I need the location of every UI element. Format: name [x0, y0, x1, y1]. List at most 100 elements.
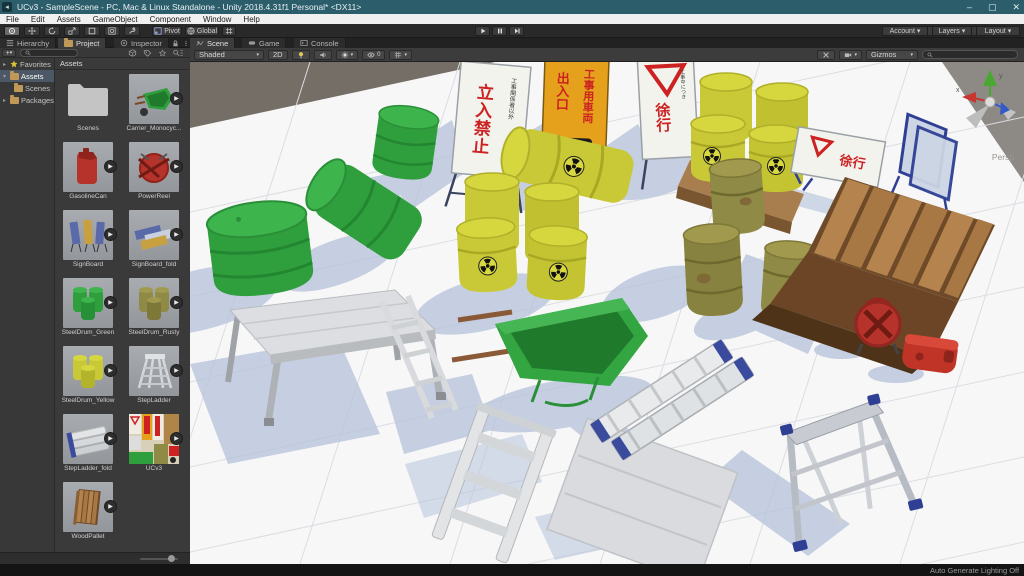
custom-tool-button[interactable]: [124, 26, 140, 36]
scene-lighting-toggle[interactable]: [291, 49, 310, 60]
tab-project[interactable]: Project: [58, 37, 107, 48]
effects-icon: [341, 51, 348, 58]
rect-tool-icon: [88, 27, 96, 35]
hand-tool-button[interactable]: [4, 26, 20, 36]
favorite-search-icon[interactable]: [172, 49, 184, 57]
green-barrel-standing-small[interactable]: [371, 102, 441, 183]
layers-dropdown[interactable]: Layers ▾: [932, 26, 972, 36]
maximize-button[interactable]: ▢: [988, 2, 997, 13]
menu-gameobject[interactable]: GameObject: [87, 15, 144, 24]
project-search-input[interactable]: [20, 49, 78, 57]
tree-item-favorites[interactable]: ▸ Favorites: [0, 58, 54, 70]
rect-tool-button[interactable]: [84, 26, 100, 36]
scene-audio-toggle[interactable]: [313, 49, 332, 60]
expand-caret-icon[interactable]: ▸: [3, 61, 8, 68]
tab-scene[interactable]: Scene: [190, 38, 236, 48]
asset-item-stepladder[interactable]: ▶ StepLadder: [124, 346, 184, 404]
asset-preview-arrow[interactable]: ▶: [104, 364, 117, 377]
power-reel[interactable]: [854, 297, 902, 355]
scene-effects-dropdown[interactable]: ▾: [335, 49, 359, 60]
green-barrel-standing-large[interactable]: [205, 196, 316, 300]
collapse-caret-icon[interactable]: ▾: [3, 73, 8, 80]
yellow-barrel-front-left[interactable]: [456, 217, 518, 294]
menu-file[interactable]: File: [0, 15, 25, 24]
pivot-icon: [154, 27, 162, 35]
yellow-barrel-front-right[interactable]: [526, 225, 588, 302]
asset-item-stepladder-fold[interactable]: ▶ StepLadder_fold: [58, 414, 118, 472]
menu-edit[interactable]: Edit: [25, 15, 51, 24]
minimize-button[interactable]: –: [967, 2, 972, 12]
layout-dropdown[interactable]: Layout ▾: [976, 26, 1020, 36]
close-button[interactable]: ✕: [1012, 2, 1020, 13]
create-asset-button[interactable]: + ▾: [2, 49, 16, 57]
asset-item-carrier[interactable]: ▶ Carrier_Monocyc...: [124, 74, 184, 132]
rotate-tool-button[interactable]: [44, 26, 60, 36]
asset-preview-arrow[interactable]: ▶: [104, 160, 117, 173]
slider-handle[interactable]: [168, 555, 175, 562]
menu-component[interactable]: Component: [144, 15, 197, 24]
package-filter-icon[interactable]: [128, 49, 137, 57]
asset-item-steeldrum-green[interactable]: ▶ SteelDrum_Green: [58, 278, 118, 336]
asset-item-ucv3[interactable]: ▶ UCv3: [124, 414, 184, 472]
global-toggle-button[interactable]: Global: [185, 26, 219, 36]
transform-tool-button[interactable]: [104, 26, 120, 36]
move-tool-icon: [28, 27, 36, 35]
asset-preview-arrow[interactable]: ▶: [170, 296, 183, 309]
asset-preview-arrow[interactable]: ▶: [170, 228, 183, 241]
asset-preview-arrow[interactable]: ▶: [170, 160, 183, 173]
scene-viewport[interactable]: 立入禁止 工事関係者以外 工事用車両 出入口 徐行 工事中につき 徐行 y x …: [190, 62, 1024, 564]
pivot-toggle-button[interactable]: Pivot: [152, 26, 182, 36]
asset-item-steeldrum-yellow[interactable]: ▶ SteelDrum_Yellow: [58, 346, 118, 404]
scale-tool-button[interactable]: [64, 26, 80, 36]
asset-preview-arrow[interactable]: ▶: [170, 432, 183, 445]
gizmos-dropdown[interactable]: Gizmos ▾: [866, 49, 918, 60]
tab-game[interactable]: Game: [242, 38, 287, 48]
tree-item-packages[interactable]: ▸ Packages: [0, 94, 54, 106]
asset-item-gasolinecan[interactable]: ▶ GasolineCan: [58, 142, 118, 200]
asset-preview-arrow[interactable]: ▶: [104, 432, 117, 445]
asset-preview-arrow[interactable]: ▶: [170, 364, 183, 377]
tab-console[interactable]: Console: [294, 38, 346, 48]
asset-preview-arrow[interactable]: ▶: [104, 228, 117, 241]
asset-item-scenes-folder[interactable]: Scenes: [58, 74, 118, 132]
asset-item-woodpallet[interactable]: ▶ WoodPallet: [58, 482, 118, 540]
gizmo-persp-label[interactable]: Persp: [992, 152, 1014, 162]
menu-help[interactable]: Help: [237, 15, 265, 24]
gizmo-center[interactable]: [984, 96, 996, 108]
2d-toggle-button[interactable]: 2D: [268, 49, 288, 60]
scene-visibility-toggle[interactable]: 0: [362, 49, 386, 60]
expand-caret-icon[interactable]: ▸: [3, 97, 8, 104]
tree-item-scenes[interactable]: Scenes: [0, 82, 54, 94]
snap-button[interactable]: [222, 26, 236, 36]
step-button[interactable]: [509, 26, 524, 36]
menu-window[interactable]: Window: [197, 15, 237, 24]
lock-icon[interactable]: [172, 40, 179, 47]
tab-hierarchy[interactable]: Hierarchy: [0, 38, 57, 48]
asset-item-signboard[interactable]: ▶ SignBoard: [58, 210, 118, 268]
asset-preview-arrow[interactable]: ▶: [170, 92, 183, 105]
pause-button[interactable]: [492, 26, 507, 36]
scene-grid-dropdown[interactable]: ▾: [389, 49, 412, 60]
asset-preview-arrow[interactable]: ▶: [104, 500, 117, 513]
camera-dropdown[interactable]: ▾: [839, 49, 862, 60]
lighting-status[interactable]: Auto Generate Lighting Off: [930, 566, 1019, 575]
menu-assets[interactable]: Assets: [51, 15, 87, 24]
play-button[interactable]: [475, 26, 490, 36]
asset-item-signboard-fold[interactable]: ▶ SignBoard_fold: [124, 210, 184, 268]
tree-item-assets[interactable]: ▾ Assets: [0, 70, 54, 82]
thumbnail-size-slider[interactable]: [140, 555, 178, 562]
asset-preview-arrow[interactable]: ▶: [104, 296, 117, 309]
editor-tools-button[interactable]: [817, 49, 836, 60]
asset-item-powerreel[interactable]: ▶ PowerReel: [124, 142, 184, 200]
tab-inspector[interactable]: Inspector: [114, 38, 169, 48]
scene-search-input[interactable]: [922, 50, 1018, 59]
project-footer: [0, 552, 190, 564]
type-filter-icon[interactable]: [143, 49, 152, 57]
label-filter-icon[interactable]: [158, 49, 167, 57]
panel-menu-icon[interactable]: [183, 40, 189, 47]
rusty-barrel-left[interactable]: [682, 223, 744, 318]
account-dropdown[interactable]: Account ▾: [882, 26, 928, 36]
shading-mode-dropdown[interactable]: Shaded ▾: [194, 49, 264, 60]
asset-item-steeldrum-rusty[interactable]: ▶ SteelDrum_Rusty: [124, 278, 184, 336]
move-tool-button[interactable]: [24, 26, 40, 36]
